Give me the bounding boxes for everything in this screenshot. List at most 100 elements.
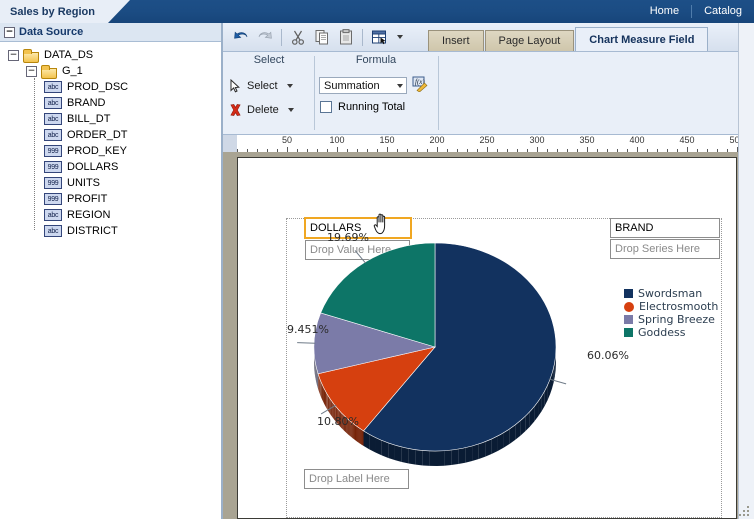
pointer-icon xyxy=(230,79,240,93)
ruler-number: 450 xyxy=(679,135,695,145)
undo-icon[interactable] xyxy=(229,25,253,49)
ribbon-group-formula-title: Formula xyxy=(355,54,397,66)
ruler-number: 250 xyxy=(479,135,495,145)
legend-label: Swordsman xyxy=(638,287,703,300)
cut-icon[interactable] xyxy=(286,25,310,49)
copy-icon[interactable] xyxy=(310,25,334,49)
top-nav-links: Home Catalog xyxy=(638,0,754,23)
running-total-checkbox[interactable] xyxy=(320,101,332,113)
tree-field-label: PROD_KEY xyxy=(67,145,127,157)
tree-expander-g1[interactable]: − xyxy=(26,65,37,77)
ribbon-tab-bar: Insert Page Layout Chart Measure Field xyxy=(428,27,709,51)
tab-chart-measure-field[interactable]: Chart Measure Field xyxy=(575,27,709,51)
tree-field-brand[interactable]: abc BRAND xyxy=(0,95,221,111)
text-field-icon: abc xyxy=(44,129,62,141)
chart-legend: Swordsman Electrosmooth Spring Breeze Godde… xyxy=(624,287,718,339)
formula-select[interactable]: Summation xyxy=(319,77,407,94)
legend-item[interactable]: Goddess xyxy=(624,326,718,339)
ruler-number: 400 xyxy=(629,135,645,145)
ruler-number: 350 xyxy=(579,135,595,145)
toolbar-separator xyxy=(362,28,363,46)
horizontal-ruler: 50 100 150 200 250 300 350 400 450 500 xyxy=(223,135,754,153)
tree-label-g1: G_1 xyxy=(62,65,83,77)
paste-icon[interactable] xyxy=(334,25,358,49)
data-source-panel: − Data Source − DATA_DS − G_1 abc PROD_DS… xyxy=(0,23,222,519)
tree-field-prod-dsc[interactable]: abc PROD_DSC xyxy=(0,79,221,95)
tree-node-data-ds[interactable]: − DATA_DS xyxy=(0,47,221,63)
data-source-title: Data Source xyxy=(19,26,84,38)
tree-field-profit[interactable]: 999 PROFIT xyxy=(0,191,221,207)
document-tab-label: Sales by Region xyxy=(10,5,95,18)
tree-field-dollars[interactable]: 999 DOLLARS xyxy=(0,159,221,175)
select-button-label: Select xyxy=(247,80,278,92)
tree-field-label: UNITS xyxy=(67,177,100,189)
folder-icon xyxy=(23,48,39,63)
formula-select-chevron-icon xyxy=(397,83,403,88)
table-insert-icon[interactable] xyxy=(367,25,391,49)
ribbon-group-separator xyxy=(438,56,439,130)
tree-expander-data-ds[interactable]: − xyxy=(8,49,19,61)
tab-insert[interactable]: Insert xyxy=(428,30,484,51)
legend-label: Spring Breeze xyxy=(638,313,715,326)
select-dropdown-chevron-icon[interactable] xyxy=(286,84,293,88)
mouse-cursor-hand-icon xyxy=(373,213,389,235)
ribbon-group-select-title: Select xyxy=(253,54,285,66)
tree-label-data-ds: DATA_DS xyxy=(44,49,94,61)
number-field-icon: 999 xyxy=(44,193,62,205)
ruler-number: 200 xyxy=(429,135,445,145)
vertical-scrollbar[interactable] xyxy=(738,23,754,519)
legend-item[interactable]: Electrosmooth xyxy=(624,300,718,313)
ribbon-group-select: Select Select Delete xyxy=(225,52,313,134)
tree-node-g1[interactable]: − G_1 xyxy=(0,63,221,79)
pie-label-spring-breeze: 9.451% xyxy=(287,323,329,336)
tree-field-prod-key[interactable]: 999 PROD_KEY xyxy=(0,143,221,159)
top-link-home[interactable]: Home xyxy=(638,0,691,23)
number-field-icon: 999 xyxy=(44,161,62,173)
report-canvas[interactable]: DOLLARS Drop Value Here BRAND Drop Serie… xyxy=(223,152,754,519)
tree-field-region[interactable]: abc REGION xyxy=(0,207,221,223)
running-total-row[interactable]: Running Total xyxy=(317,101,435,113)
toolbar-separator xyxy=(281,28,282,46)
top-link-catalog[interactable]: Catalog xyxy=(692,0,754,23)
chart-region[interactable]: DOLLARS Drop Value Here BRAND Drop Serie… xyxy=(286,213,723,519)
delete-button[interactable]: Delete xyxy=(225,98,313,122)
tree-field-bill-dt[interactable]: abc BILL_DT xyxy=(0,111,221,127)
tree-field-label: BILL_DT xyxy=(67,113,111,125)
pie-chart[interactable] xyxy=(287,219,723,519)
editor-area: Insert Page Layout Chart Measure Field S… xyxy=(223,23,754,519)
running-total-label: Running Total xyxy=(338,101,406,113)
data-source-header[interactable]: − Data Source xyxy=(0,23,221,42)
legend-label: Goddess xyxy=(638,326,686,339)
tree-field-district[interactable]: abc DISTRICT xyxy=(0,223,221,239)
legend-swatch-goddess xyxy=(624,328,633,337)
redo-icon[interactable] xyxy=(253,25,277,49)
select-button[interactable]: Select xyxy=(225,74,313,98)
tree-field-list: abc PROD_DSC abc BRAND abc BILL_DT abc ORDER_DT… xyxy=(0,79,221,239)
pie-label-swordsman: 60.06% xyxy=(587,349,629,362)
text-field-icon: abc xyxy=(44,225,62,237)
tab-page-layout[interactable]: Page Layout xyxy=(484,30,575,51)
tab-insert-label: Insert xyxy=(442,35,470,47)
ruler-number: 100 xyxy=(329,135,345,145)
tree-field-units[interactable]: 999 UNITS xyxy=(0,175,221,191)
pie-leader-line xyxy=(297,342,316,344)
legend-swatch-swordsman xyxy=(624,289,633,298)
resize-grip[interactable] xyxy=(739,504,751,516)
delete-dropdown-chevron-icon[interactable] xyxy=(287,108,294,112)
legend-label: Electrosmooth xyxy=(639,300,719,313)
data-source-collapse-icon[interactable]: − xyxy=(4,26,15,38)
document-tab[interactable]: Sales by Region xyxy=(0,0,108,23)
chevron-down-icon[interactable] xyxy=(397,35,403,39)
ruler-number: 50 xyxy=(281,135,293,145)
text-field-icon: abc xyxy=(44,113,62,125)
folder-icon xyxy=(41,64,57,79)
ribbon-group-separator xyxy=(314,56,315,130)
legend-item[interactable]: Spring Breeze xyxy=(624,313,718,326)
formula-editor-button[interactable]: f(x) xyxy=(412,76,429,95)
delete-x-icon xyxy=(230,104,241,116)
tree-field-label: BRAND xyxy=(67,97,106,109)
legend-swatch-spring-breeze xyxy=(624,315,633,324)
legend-item[interactable]: Swordsman xyxy=(624,287,718,300)
tree-field-order-dt[interactable]: abc ORDER_DT xyxy=(0,127,221,143)
application-window: Home Catalog Sales by Region − Data Sour… xyxy=(0,0,754,519)
